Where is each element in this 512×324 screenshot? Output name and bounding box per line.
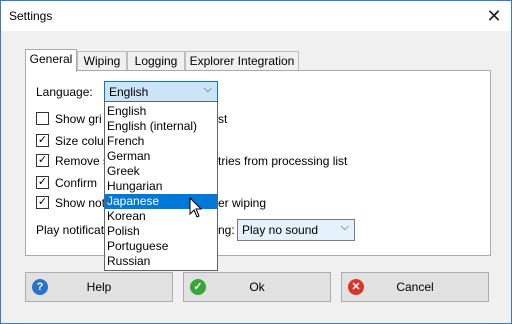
option-label-show-grid: Show gri <box>55 112 102 126</box>
ok-button-label: Ok <box>249 280 265 294</box>
checkbox-show-grid[interactable] <box>36 112 49 125</box>
checkbox-remove[interactable]: ✓ <box>36 154 49 167</box>
checkbox-show-notification[interactable]: ✓ <box>36 196 49 209</box>
dropdown-item-greek[interactable]: Greek <box>105 164 217 179</box>
option-suffix-show-grid: st <box>218 112 228 126</box>
close-icon[interactable]: ✕ <box>483 5 505 27</box>
option-label-size-columns: Size colu <box>55 134 104 148</box>
cancel-button-label: Cancel <box>396 280 434 294</box>
dropdown-item-german[interactable]: German <box>105 149 217 164</box>
play-notification-label-suffix: ng: <box>218 223 235 237</box>
help-button[interactable]: ? Help <box>25 272 173 302</box>
option-label-confirm: Confirm <box>55 176 98 190</box>
option-label-show-notification: Show not <box>55 196 106 210</box>
language-value: English <box>109 85 149 99</box>
language-select[interactable]: English ⌵ <box>104 81 218 103</box>
help-button-label: Help <box>86 280 112 294</box>
dropdown-item-hungarian[interactable]: Hungarian <box>105 179 217 194</box>
ok-button[interactable]: ✓ Ok <box>183 272 331 302</box>
tab-general[interactable]: General <box>25 49 77 72</box>
option-suffix-show-notification: er wiping <box>218 196 267 210</box>
tab-explorer-integration[interactable]: Explorer Integration <box>185 51 299 71</box>
play-notification-label: Play notificat <box>36 223 105 237</box>
cancel-button[interactable]: ✕ Cancel <box>341 272 489 302</box>
chevron-down-icon: ⌵ <box>340 221 349 233</box>
dropdown-item-french[interactable]: French <box>105 134 217 149</box>
title-bar: Settings ✕ <box>1 1 511 31</box>
language-label: Language: <box>36 85 93 99</box>
option-suffix-remove: tries from processing list <box>218 154 348 168</box>
tab-wiping[interactable]: Wiping <box>77 51 127 71</box>
chevron-down-icon: ⌵ <box>203 83 212 95</box>
dropdown-item-english-internal[interactable]: English (internal) <box>105 119 217 134</box>
language-dropdown-list: English English (internal) French German… <box>104 101 218 271</box>
dropdown-item-polish[interactable]: Polish <box>105 224 217 239</box>
window-title: Settings <box>9 9 53 23</box>
mouse-cursor-icon <box>189 197 203 218</box>
checkbox-size-columns[interactable]: ✓ <box>36 134 49 147</box>
play-sound-value: Play no sound <box>242 223 319 237</box>
dropdown-item-portuguese[interactable]: Portuguese <box>105 239 217 254</box>
option-label-remove: Remove s <box>55 154 110 168</box>
play-sound-select[interactable]: Play no sound ⌵ <box>237 219 355 241</box>
settings-window: Settings ✕ General Wiping Logging Explor… <box>0 0 512 324</box>
dropdown-item-russian[interactable]: Russian <box>105 254 217 269</box>
checkbox-confirm[interactable]: ✓ <box>36 176 49 189</box>
tab-logging[interactable]: Logging <box>127 51 185 71</box>
dropdown-item-english[interactable]: English <box>105 104 217 119</box>
